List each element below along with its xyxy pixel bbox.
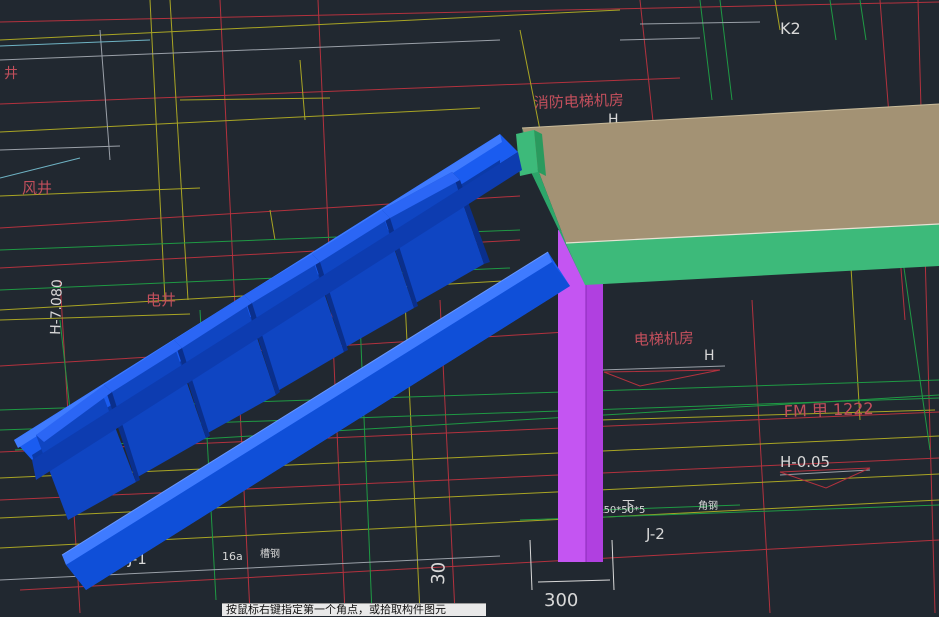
command-prompt-bar: 按鼠标右键指定第一个角点，或拾取构件图元	[222, 603, 486, 616]
label-angle-steel: 角钢	[698, 499, 718, 512]
label-dim-30: 30	[428, 562, 450, 586]
label-fire-elevator-room: 消防电梯机房	[534, 91, 625, 112]
label-electrical-shaft: 电井	[146, 291, 176, 309]
label-elevator-room: 电梯机房	[634, 329, 695, 349]
model-viewport[interactable]: K2 消防电梯机房 H 井 风井 电井 H-7.080 电梯机房 H FM 甲 …	[0, 0, 939, 614]
label-dim-300: 300	[544, 590, 578, 611]
label-channel-steel: 槽钢	[260, 547, 280, 560]
label-rotated-level: H-7.080	[48, 279, 66, 335]
label-fire-door: FM 甲 1222	[783, 399, 874, 421]
stair-3d[interactable]	[14, 134, 570, 590]
cad-canvas[interactable]: K2 消防电梯机房 H 井 风井 电井 H-7.080 电梯机房 H FM 甲 …	[0, 0, 939, 614]
slab-3d[interactable]	[521, 103, 939, 285]
label-angle-steel-spec: L50*50*5	[598, 505, 645, 516]
grid-label-k2: K2	[780, 19, 801, 38]
label-level-mark: H-0.05	[780, 453, 830, 471]
command-prompt-text: 按鼠标右键指定第一个角点，或拾取构件图元	[226, 603, 446, 616]
label-left-edge: 井	[4, 66, 18, 82]
label-channel-spec: 16a	[222, 550, 243, 563]
label-wind-shaft: 风井	[22, 179, 52, 197]
label-elevator-room-level: H	[704, 348, 715, 364]
label-foundation-j2: J-2	[645, 525, 665, 543]
